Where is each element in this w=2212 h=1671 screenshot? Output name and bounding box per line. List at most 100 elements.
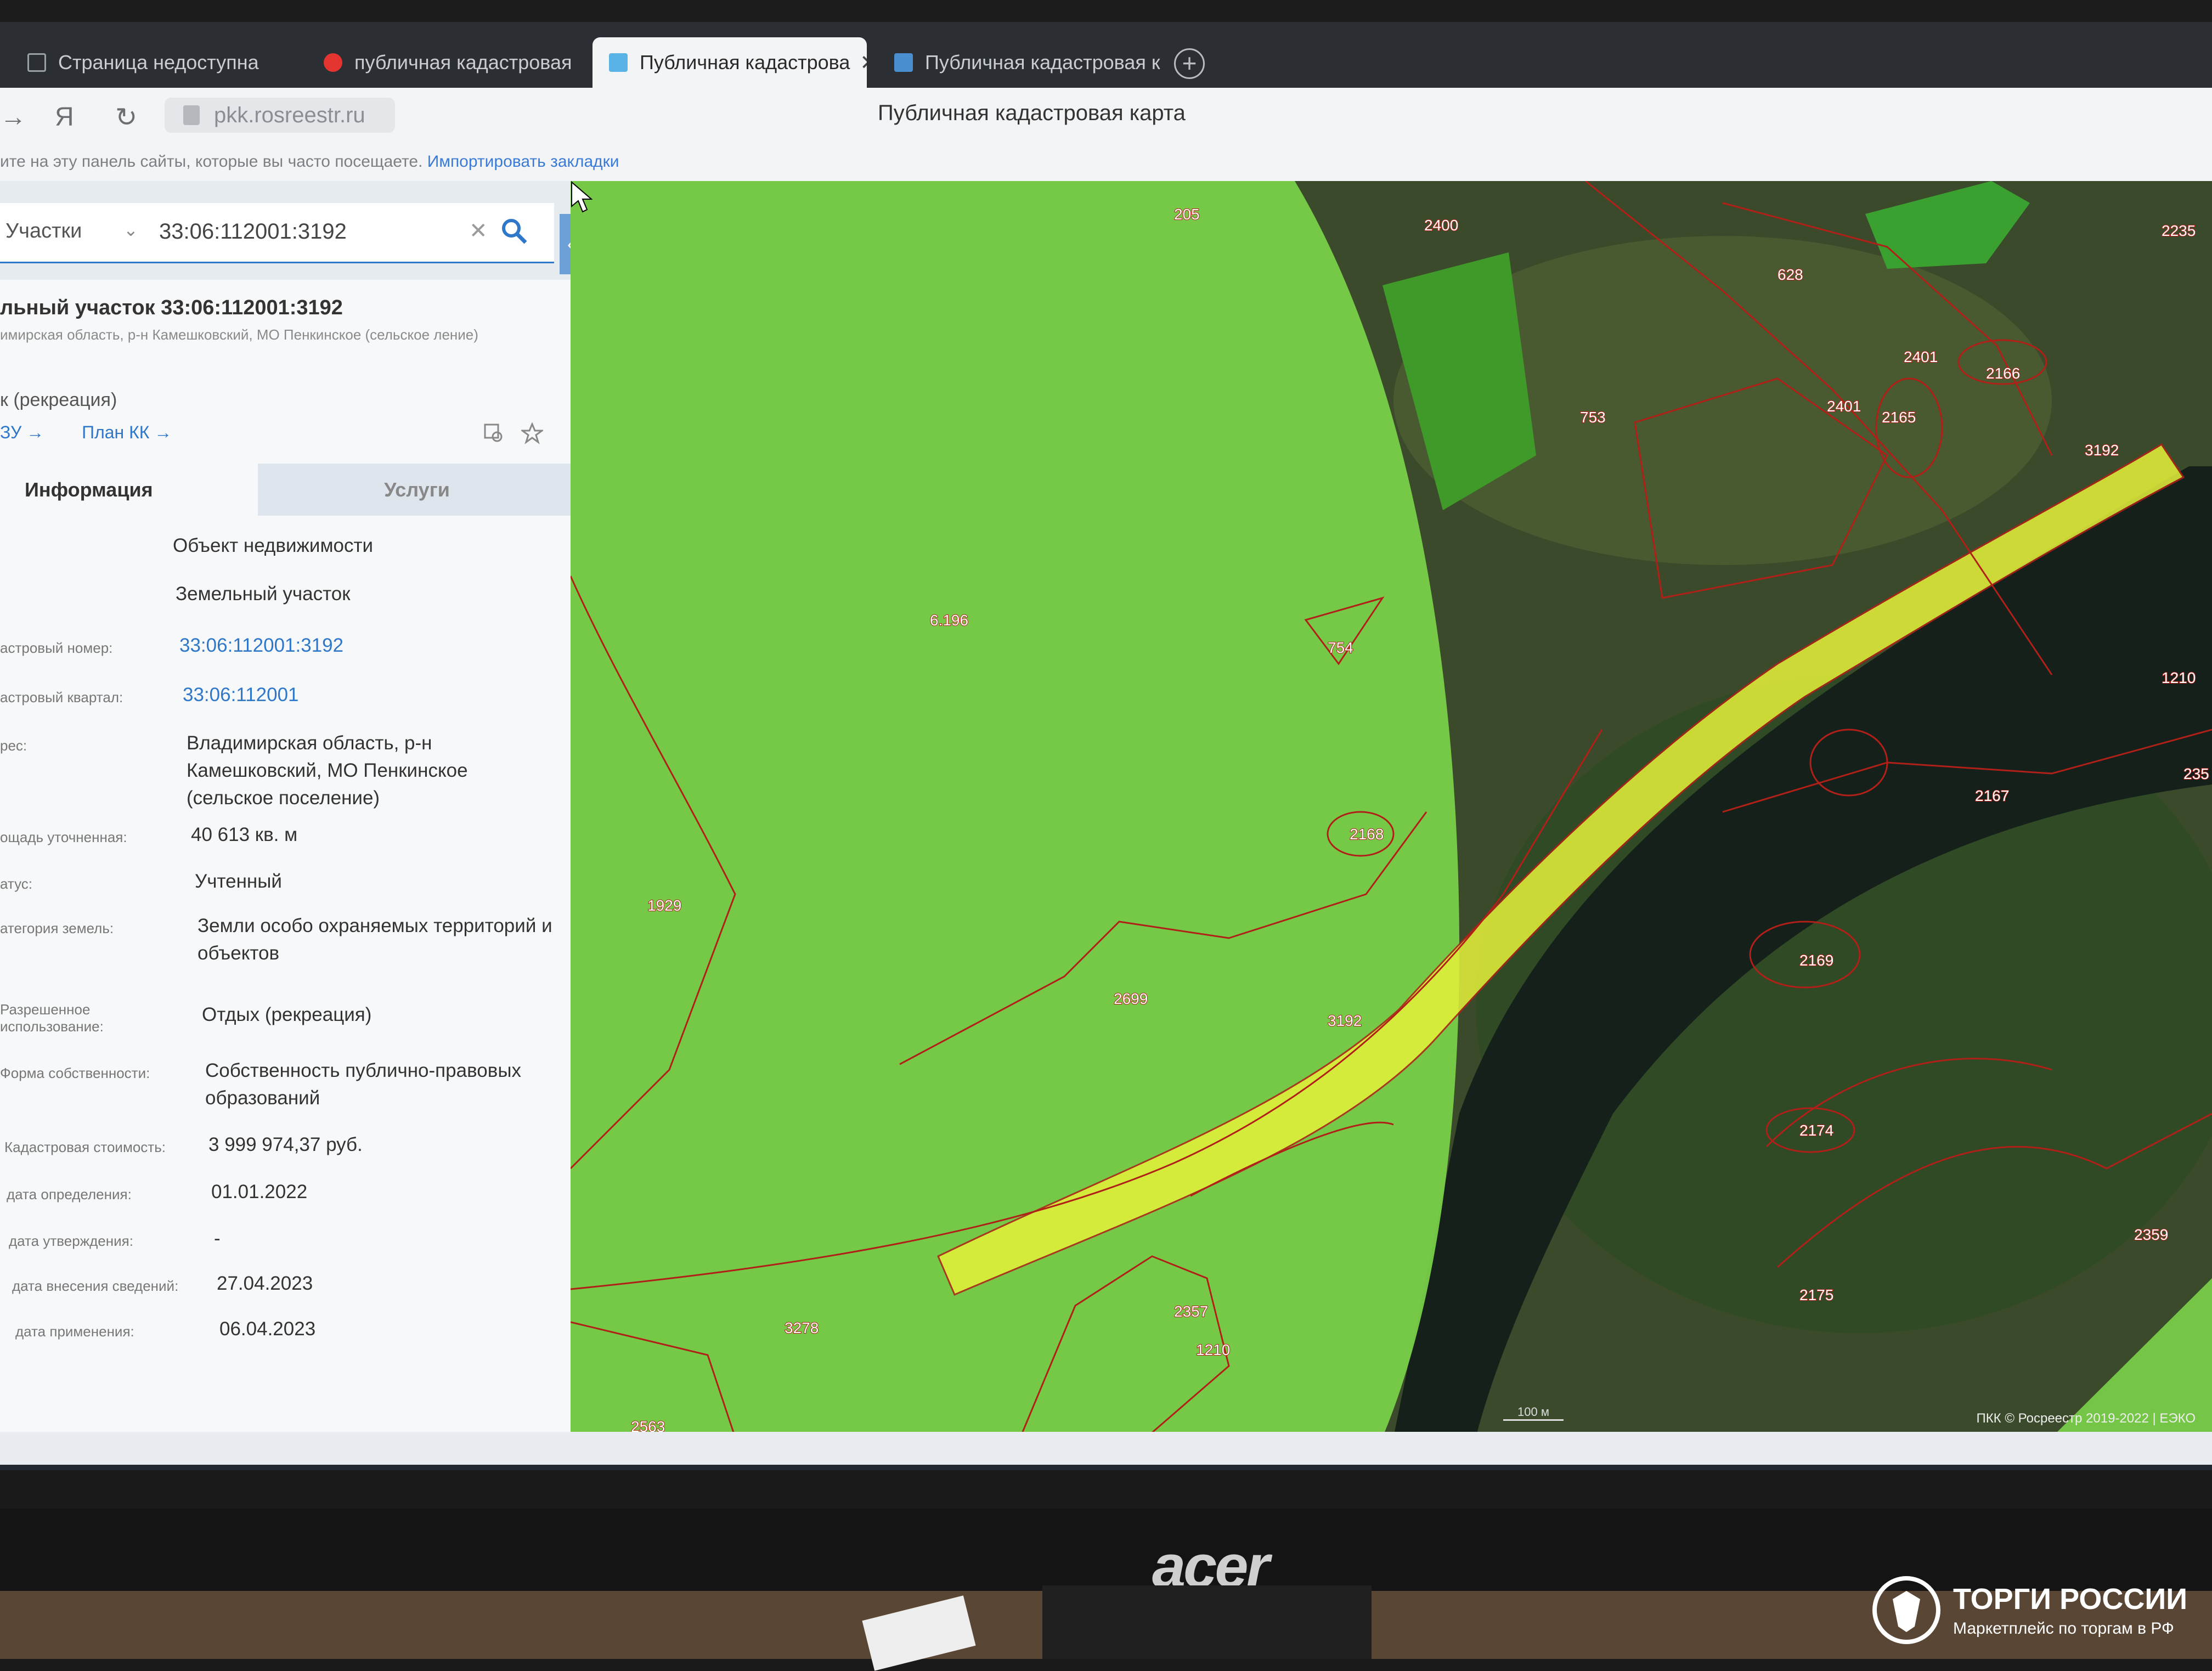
tab-cadastral-map-active[interactable]: Публичная кадастрова ✕ [592,37,867,88]
field-label: Кадастровая стоимость: [4,1139,166,1155]
plan-kk-link[interactable]: План КК → [82,422,172,442]
new-tab-button[interactable]: + [1174,48,1205,79]
field-label: дата утверждения: [9,1233,133,1249]
clear-icon[interactable]: ✕ [469,218,488,244]
page-title: Публичная кадастровая карта [878,101,1186,125]
search-row: Участки ⌄ 33:06:112001:3192 ✕ ‹ [0,181,582,280]
monitor-stand [1042,1585,1372,1659]
screen: Страница недоступна публичная кадастрова… [0,22,2212,1470]
object-use: к (рекреация) [0,389,117,410]
window-bottom-strip [0,1432,2212,1465]
field-label: Форма собственности: [0,1065,150,1081]
close-icon[interactable]: ✕ [860,50,867,75]
tab-page-unavailable[interactable]: Страница недоступна [11,37,307,88]
zoom-to-object-icon[interactable] [483,422,505,444]
reload-icon[interactable]: ↻ [115,102,137,133]
parcel-label: 1210 [2162,669,2196,686]
field-value: Объект недвижимости [173,535,374,556]
parcel-label: 3192 [1328,1012,1362,1029]
parcel-label: 6.196 [930,612,968,629]
search-box: Участки ⌄ 33:06:112001:3192 ✕ [0,203,554,263]
bookmarks-bar: ите на эту панель сайты, которые вы част… [0,143,2212,181]
field-label: ощадь уточненная: [0,829,127,845]
object-links: ЗУ → План КК → [0,422,194,443]
bookmarks-hint: ите на эту панель сайты, которые вы част… [0,153,423,171]
field-value: Учтенный [195,871,282,892]
parcel-label: 2359 [2134,1226,2168,1243]
field-value: 40 613 кв. м [191,824,298,845]
cadastral-number-link[interactable]: 33:06:112001:3192 [179,632,563,659]
torgi-rossii-logo-icon [1872,1576,1940,1644]
object-title: льный участок 33:06:112001:3192 [0,296,343,319]
field-value: - [214,1228,221,1249]
parcel-label: 2235 [2162,222,2196,239]
field-value: Владимирская область, р-н Камешковский, … [187,732,468,809]
parcel-label: 3278 [785,1319,819,1336]
field-label: астровый номер: [0,640,113,656]
field-label: Разрешенное использование: [0,1001,104,1035]
watermark-subtitle: Маркетплейс по торгам в РФ [1953,1619,2174,1638]
import-bookmarks-link[interactable]: Импортировать закладки [427,153,619,171]
parcel-label: 1210 [1196,1341,1230,1358]
tab-label: Публичная кадастрова [640,51,850,74]
parcel-label: 2165 [1882,409,1916,426]
url-field[interactable]: pkk.rosreestr.ru [165,98,395,133]
parcel-label: 2401 [1827,398,1861,415]
cadastral-quarter-link[interactable]: 33:06:112001 [183,681,567,709]
field-value: Собственность публично-правовых образова… [205,1060,521,1109]
search-icon[interactable] [499,216,530,247]
search-type-select[interactable]: Участки [5,219,82,243]
browser-tab-bar: Страница недоступна публичная кадастрова… [0,22,2212,88]
parcel-label: 2168 [1350,826,1384,843]
field-label: дата применения: [15,1323,134,1340]
cadastral-map[interactable]: 205 2400 628 2235 2401 2166 2401 2165 75… [571,181,2212,1437]
field-value: 3 999 974,37 руб. [208,1134,363,1155]
parcel-label: 2169 [1799,952,1833,969]
parcel-label: 2401 [1904,348,1938,365]
rosreestr-icon [894,53,913,72]
field-label: атус: [0,876,33,892]
parcel-label: 2357 [1174,1303,1208,1320]
field-label: дата внесения сведений: [12,1278,179,1294]
info-panel: Участки ⌄ 33:06:112001:3192 ✕ ‹ льный уч… [0,181,582,1470]
zu-link[interactable]: ЗУ → [0,422,44,442]
yandex-icon [324,53,342,72]
chevron-down-icon[interactable]: ⌄ [123,219,138,240]
field-value: 01.01.2022 [211,1181,308,1203]
forward-icon[interactable]: → [0,102,26,132]
field-label: дата определения: [7,1186,132,1203]
yandex-home-icon[interactable]: Я [55,102,74,132]
star-icon[interactable] [521,422,543,444]
field-value: 27.04.2023 [217,1273,313,1294]
map-scale: 100 м [1503,1405,1564,1421]
parcel-label: 2166 [1986,365,2020,382]
parcel-label: 2699 [1114,990,1148,1007]
map-attribution: ПКК © Росреестр 2019-2022 | ЕЭКО [1976,1411,2196,1426]
rosreestr-icon [609,53,628,72]
parcel-label: 3192 [2085,442,2119,459]
watermark: ТОРГИ РОССИИ Маркетплейс по торгам в РФ [1871,1569,2205,1651]
parcel-label: 628 [1778,266,1803,283]
windows-taskbar: ^ ⌂ ▣ ▭ [0,1465,2212,1470]
parcel-label: 754 [1328,639,1353,656]
address-bar: → Я ↻ pkk.rosreestr.ru Публичная кадастр… [0,88,2212,143]
parcel-label: 1929 [647,897,681,914]
tab-yandex-search[interactable]: публичная кадастровая [307,37,592,88]
tab-services[interactable]: Услуги [258,464,576,516]
object-address: имирская область, р-н Камешковский, МО П… [0,326,478,343]
parcel-label: 2174 [1799,1122,1833,1139]
tab-information[interactable]: Информация [0,464,258,516]
tab-cadastral-map[interactable]: Публичная кадастровая к [878,37,1163,88]
field-value: 06.04.2023 [219,1318,316,1340]
watermark-title: ТОРГИ РОССИИ [1953,1583,2188,1616]
search-input[interactable]: 33:06:112001:3192 [159,219,347,244]
parcel-label: 2400 [1424,217,1458,234]
mouse-cursor-icon [571,181,592,213]
monitor-top-bezel [0,0,2212,22]
map-canvas[interactable]: 205 2400 628 2235 2401 2166 2401 2165 75… [571,181,2212,1437]
field-value: Земельный участок [176,583,351,605]
parcel-label: 753 [1580,409,1606,426]
parcel-label: 235 [2183,765,2209,782]
url-text: pkk.rosreestr.ru [214,103,365,127]
parcel-label: 205 [1174,206,1200,223]
